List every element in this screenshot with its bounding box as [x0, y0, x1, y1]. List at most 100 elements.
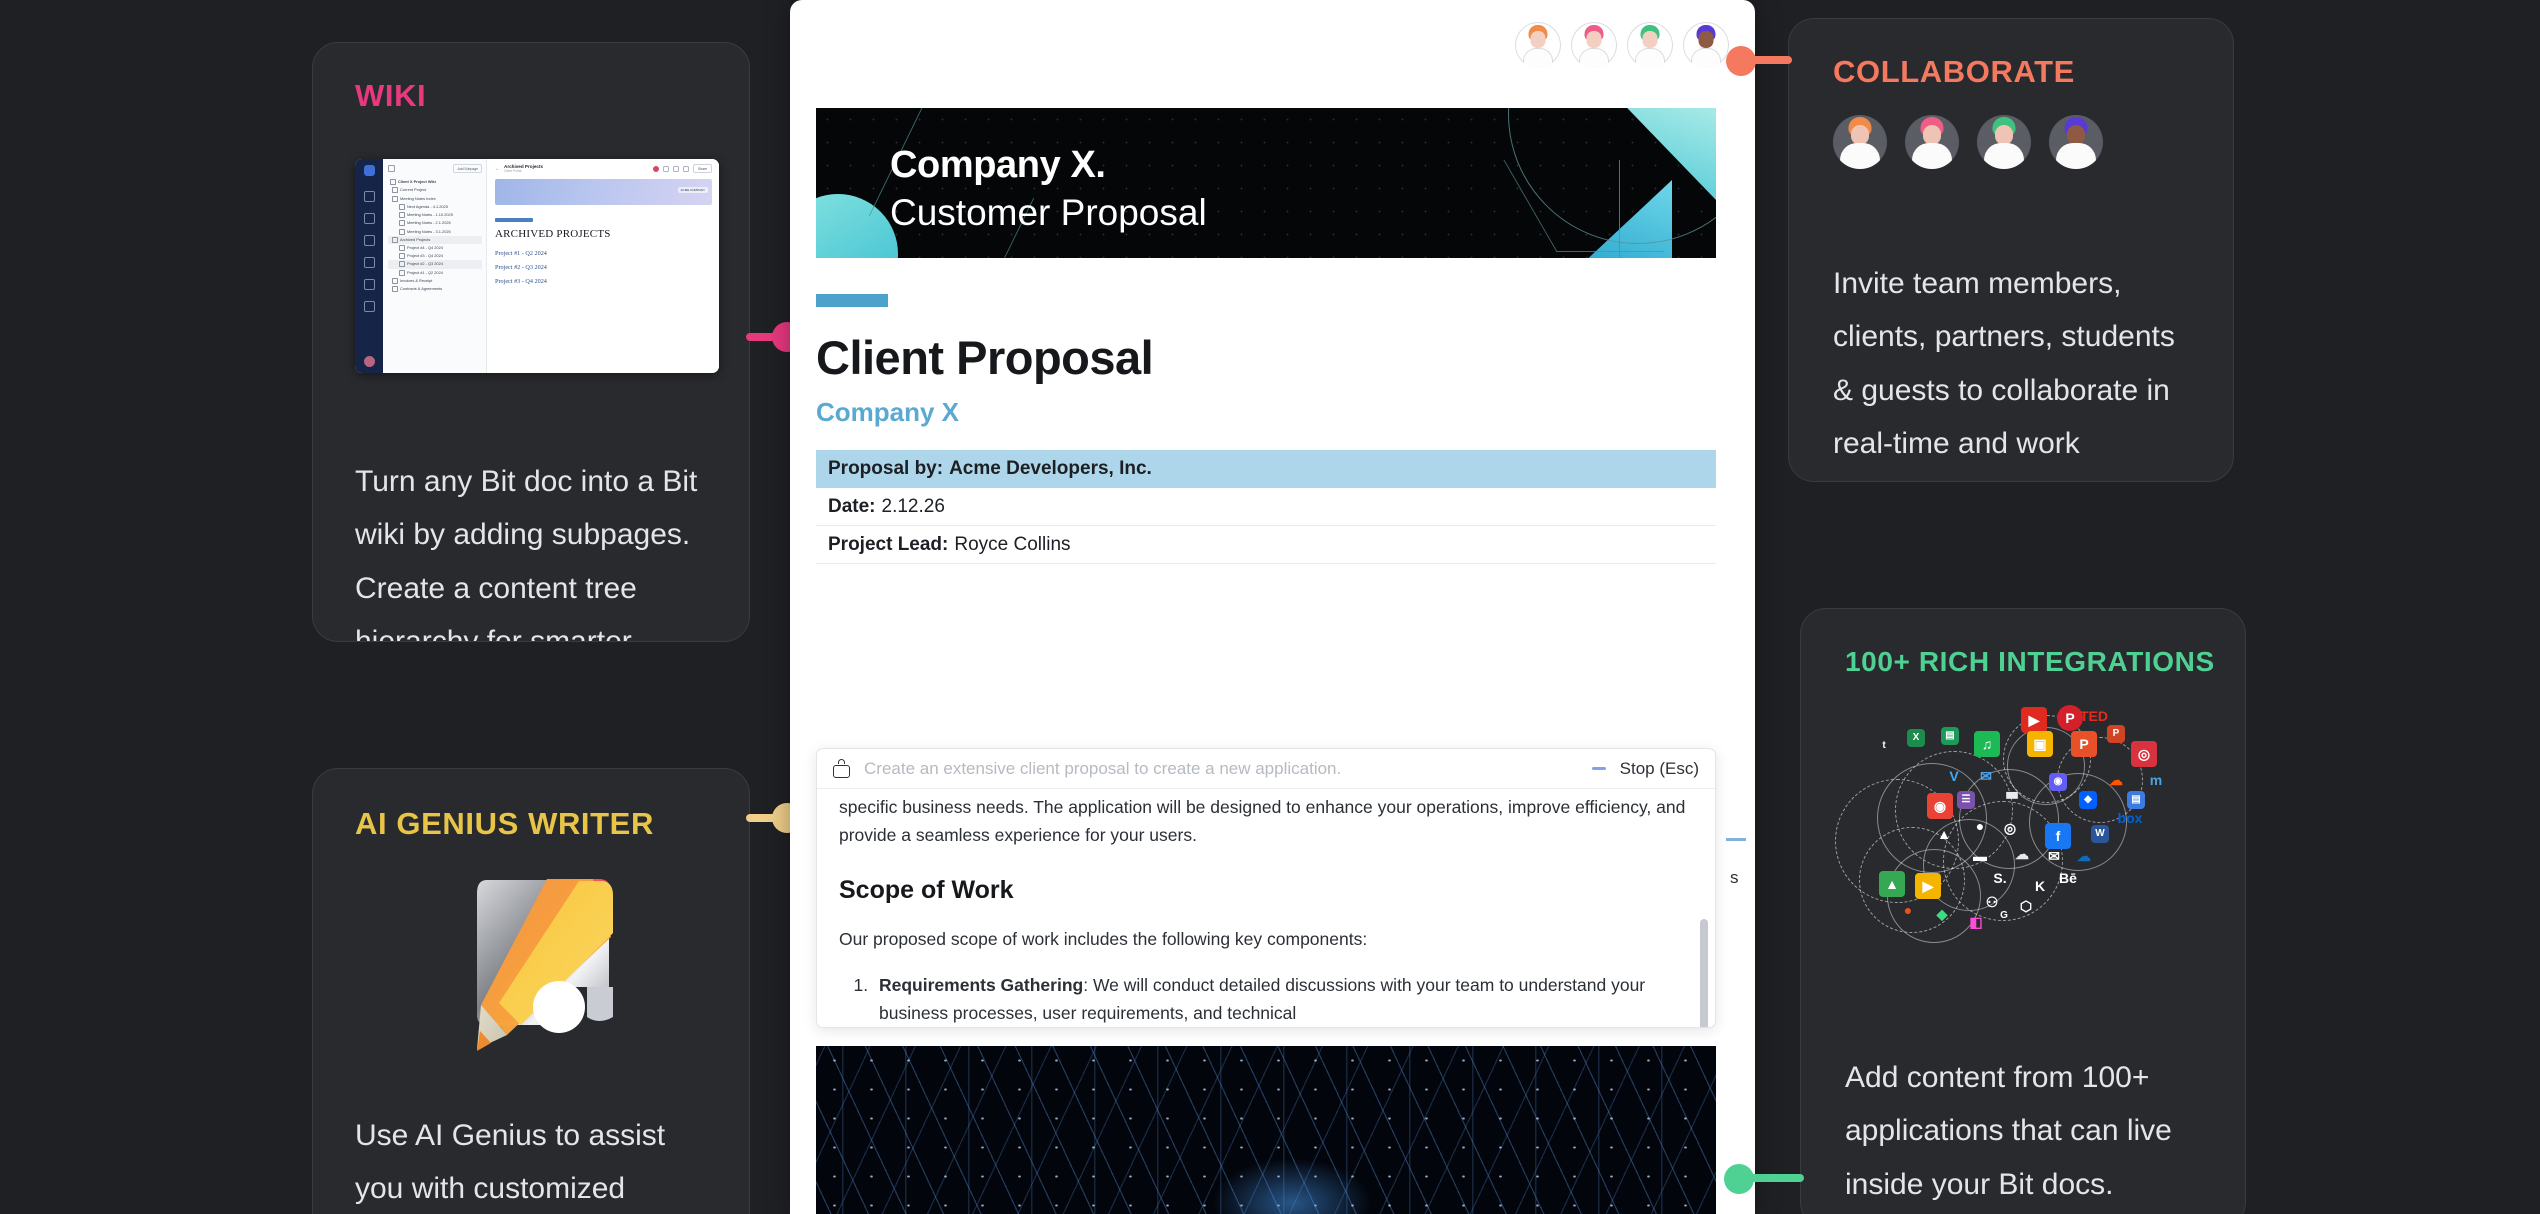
feature-card-integrations[interactable]: 100+ RICH INTEGRATIONS t X ▤ ♫ ▶ P TED ▣ P P V ✉ ▃ ◉ ☁…	[1800, 608, 2246, 1214]
wiki-shot-back-icon[interactable]: ←	[495, 166, 500, 172]
ai-writer-card-title: AI GENIUS WRITER	[355, 806, 654, 841]
wiki-shot-project-link[interactable]: Project #2 - Q3 2024	[495, 264, 712, 271]
google-drive-icon: ▲	[1937, 826, 1951, 842]
feature-card-wiki[interactable]: WIKI Add Subpage Client X Project Wiki C…	[312, 42, 750, 642]
wiki-shot-add-subpage-button[interactable]: Add Subpage	[453, 164, 482, 173]
vimeo-icon: V	[1949, 768, 1959, 784]
wiki-shot-tree-item[interactable]: Project #1 - Q2 2024	[388, 269, 482, 277]
document-card[interactable]: Company X. Customer Proposal Client Prop…	[790, 0, 1755, 1214]
connector-dot-integrations	[1724, 1164, 1754, 1194]
collaborate-avatars-row	[1833, 115, 2103, 169]
feature-card-collaborate[interactable]: COLLABORATE Invite team members, clients…	[1788, 18, 2234, 482]
table-cell-value: Royce Collins	[954, 533, 1071, 555]
wiki-shot-tree-item[interactable]: Meeting Notes Index	[388, 194, 482, 202]
banner-title-line2: Customer Proposal	[890, 191, 1207, 233]
doc-avatar-green[interactable]	[1627, 22, 1673, 68]
shopify-icon: G	[2000, 910, 2008, 921]
wiki-shot-comment-icon[interactable]	[672, 165, 679, 172]
google-sheets-icon: ▤	[1941, 727, 1959, 745]
wiki-shot-tree-item[interactable]: Project #2 - Q3 2024	[388, 260, 482, 269]
word-icon: W	[2091, 825, 2109, 843]
document-subtitle: Company X	[816, 397, 960, 427]
wiki-shot-tree-item[interactable]: Project #3 - Q4 2024	[388, 252, 482, 260]
avatar-pink[interactable]	[1905, 115, 1959, 169]
table-row: Date: 2.12.26	[816, 488, 1716, 526]
youtube-icon: ▶	[2021, 707, 2047, 733]
table-cell-label: Date:	[828, 495, 876, 517]
origami-icon: ◆	[1936, 906, 1948, 922]
ai-panel-scrollbar[interactable]	[1700, 919, 1708, 1027]
document-banner: Company X. Customer Proposal	[816, 108, 1716, 258]
package-icon: ⬡	[2019, 898, 2033, 914]
wiki-shot-tree-root[interactable]: Client X Project Wiki	[388, 178, 482, 186]
doc-avatar-orange[interactable]	[1515, 22, 1561, 68]
wiki-shot-notification-icon[interactable]	[652, 165, 659, 172]
excel-icon: X	[1907, 729, 1925, 747]
figma-icon: ●	[1903, 902, 1913, 918]
doc-avatar-purple[interactable]	[1683, 22, 1729, 68]
document-circuit-image	[816, 1046, 1716, 1214]
table-row: Project Lead: Royce Collins	[816, 526, 1716, 564]
ai-scope-list: Requirements Gathering: We will conduct …	[873, 971, 1693, 1027]
wiki-shot-rail	[355, 159, 383, 373]
wiki-shot-tree-item[interactable]: Contracts & Agreements	[388, 285, 482, 293]
wiki-card-title: WIKI	[355, 78, 427, 113]
bar-chart-icon: ▃	[2006, 782, 2018, 798]
google-maps-icon: ▲	[1879, 871, 1905, 897]
wiki-shot-tree-item[interactable]: Project #4 - Q4 2024	[388, 244, 482, 252]
doc-avatar-pink[interactable]	[1571, 22, 1617, 68]
wiki-screenshot-thumbnail: Add Subpage Client X Project Wiki Curren…	[355, 159, 719, 373]
integrations-card-title: 100+ RICH INTEGRATIONS	[1845, 646, 2215, 677]
avatar-green[interactable]	[1977, 115, 2031, 169]
connector-dot-collaborate	[1726, 46, 1756, 76]
avatar-orange[interactable]	[1833, 115, 1887, 169]
bleed-accent-mark	[1726, 838, 1746, 841]
spotify-icon: ♫	[1974, 731, 2000, 757]
wiki-shot-tree-item[interactable]: Meeting Notes - 2.1.2025	[388, 219, 482, 227]
wiki-shot-accent-rule	[495, 218, 533, 222]
document-title: Client Proposal	[816, 331, 1154, 384]
wiki-shot-document: ← Archived Projects Client Portal Share	[487, 159, 719, 373]
wiki-shot-tree-item[interactable]: Meeting Notes - 3.1.2025	[388, 227, 482, 235]
dropbox-icon: ◆	[2079, 791, 2097, 809]
wiki-shot-tree-item[interactable]: Invoices & Receipt	[388, 277, 482, 285]
wiki-shot-tree-item[interactable]: Current Project	[388, 186, 482, 194]
ai-robot-icon	[833, 759, 850, 778]
wiki-shot-star-icon	[363, 279, 375, 290]
wiki-shot-tree-item[interactable]: Next Agenda - 4.1.2025	[388, 203, 482, 211]
table-cell-label: Proposal by:	[828, 458, 944, 479]
powerpoint-icon: P	[2107, 725, 2125, 743]
avatar-purple[interactable]	[2049, 115, 2103, 169]
wiki-shot-share-button[interactable]: Share	[692, 164, 712, 173]
prezi-icon: P	[2071, 731, 2097, 757]
wiki-shot-doc-subtitle: Client Portal	[504, 169, 522, 173]
ai-generation-panel[interactable]: Create an extensive client proposal to c…	[816, 748, 1716, 1028]
github-icon: ●	[1975, 818, 1985, 834]
wiki-shot-filter-icon[interactable]	[662, 165, 669, 172]
feature-card-ai-writer[interactable]: AI GENIUS WRITER Use AI Genius to assist…	[312, 768, 750, 1214]
table-cell-value: 2.12.26	[881, 495, 945, 517]
behance-icon: Bē	[2059, 870, 2077, 886]
wiki-shot-project-link[interactable]: Project #1 - Q2 2024	[495, 250, 712, 257]
page-root: WIKI Add Subpage Client X Project Wiki C…	[0, 0, 2540, 1214]
wiki-shot-tree-item[interactable]: Archived Projects	[388, 235, 482, 244]
list-item: Requirements Gathering: We will conduct …	[873, 971, 1693, 1027]
wiki-shot-project-link[interactable]: Project #3 - Q4 2024	[495, 278, 712, 285]
google-slides-icon: ▣	[2027, 731, 2053, 757]
wiki-shot-bell-icon	[363, 301, 375, 312]
ai-stop-button[interactable]: Stop (Esc)	[1620, 759, 1699, 779]
ai-section-heading: Scope of Work	[839, 875, 1014, 904]
wiki-shot-tree-item[interactable]: Meeting Notes - 1.10.2025	[388, 211, 482, 219]
wiki-shot-analytics-icon	[363, 257, 375, 268]
google-slides-alt-icon: ▶	[1915, 873, 1941, 899]
ai-prompt-input[interactable]: Create an extensive client proposal to c…	[864, 759, 1578, 779]
medium-icon: m	[2149, 772, 2163, 788]
ai-intro-text: Our proposed scope of work includes the …	[839, 928, 1368, 949]
table-cell-label: Project Lead:	[828, 533, 949, 555]
wiki-shot-logo-icon	[363, 165, 375, 176]
table-cell-value: Acme Developers, Inc.	[949, 458, 1152, 479]
wiki-shot-heading: ARCHIVED PROJECTS	[495, 228, 611, 240]
collaborate-card-body: Invite team members, clients, partners, …	[1833, 267, 2175, 481]
ai-genius-pencil-logo	[447, 875, 623, 1053]
wiki-shot-gear-icon[interactable]	[682, 165, 689, 172]
